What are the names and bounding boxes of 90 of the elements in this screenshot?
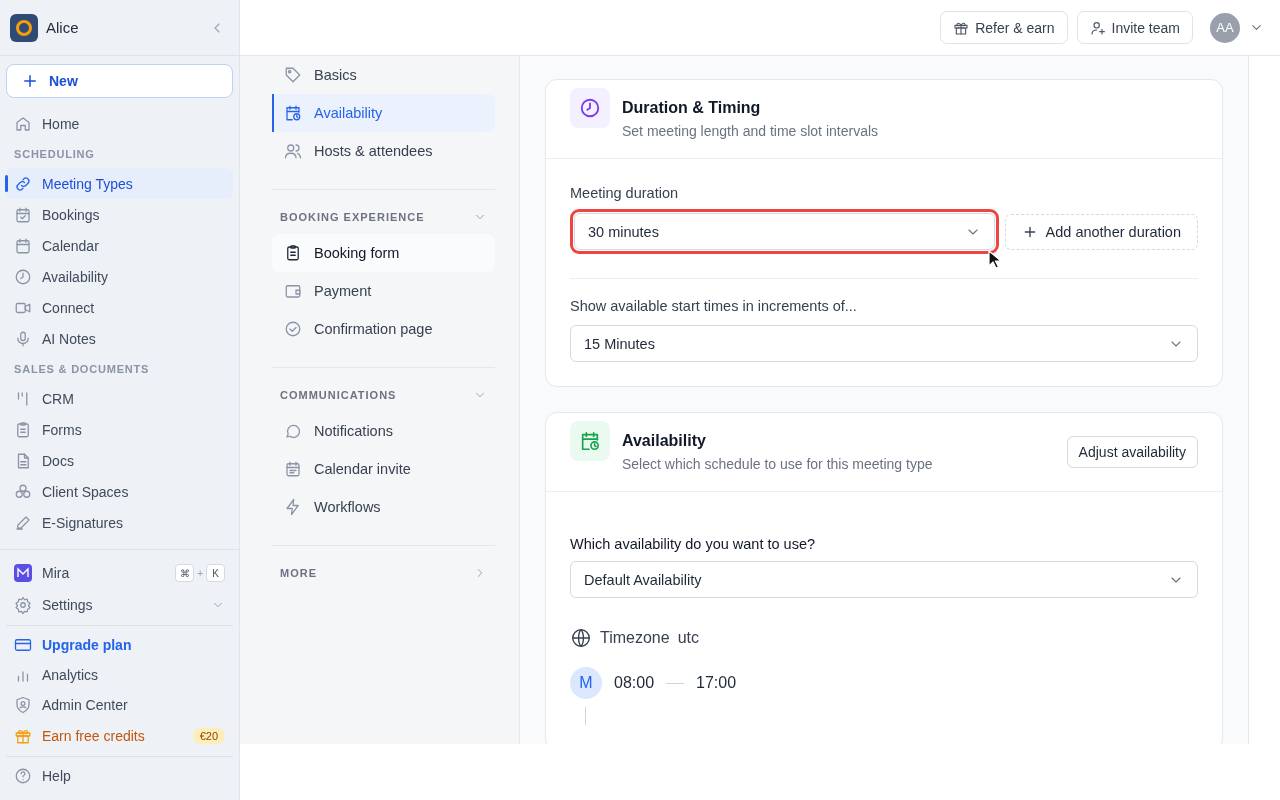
shield-person-icon (14, 696, 32, 714)
gift-icon (14, 727, 32, 745)
user-plus-icon (1089, 19, 1106, 36)
users-icon (284, 142, 302, 160)
nav-item[interactable]: Availability (272, 94, 495, 132)
nav-item[interactable]: Hosts & attendees (272, 132, 495, 170)
sidebar-item[interactable]: Meeting Types (6, 168, 233, 199)
sidebar-item[interactable]: Forms (6, 414, 233, 445)
sidebar-item[interactable]: Docs (6, 445, 233, 476)
selected-value: 30 minutes (588, 223, 659, 240)
sidebar-item[interactable]: Client Spaces (6, 476, 233, 507)
calendar-clock-icon (284, 104, 302, 122)
adjust-availability-button[interactable]: Adjust availability (1066, 436, 1198, 468)
timezone-label: Timezone (600, 629, 670, 647)
toolbar-button[interactable]: Refer & earn (940, 11, 1068, 44)
nav-item[interactable]: Confirmation page (272, 310, 495, 348)
sidebar-item[interactable]: Settings (42, 597, 201, 613)
dropdown-field[interactable]: 15 Minutes (570, 325, 1198, 362)
sidebar-item[interactable]: Connect (6, 292, 233, 323)
sidebar-item[interactable]: CRM (6, 383, 233, 414)
clipboard-icon (284, 244, 302, 262)
plus-icon (21, 72, 39, 90)
sidebar-item[interactable]: Admin Center (6, 690, 233, 720)
sidebar-item[interactable]: Mira (42, 565, 166, 581)
workspace-name: Alice (46, 19, 80, 36)
section-heading[interactable]: MORE (280, 567, 317, 579)
chat-bubble-icon (284, 422, 302, 440)
new-button[interactable]: New (6, 64, 233, 98)
card-subtitle: Select which schedule to use for this meeting type (622, 455, 934, 474)
sidebar-item[interactable]: AI Notes (6, 323, 233, 354)
clock-icon (14, 267, 32, 286)
shortcut-key: K (206, 564, 225, 582)
nav-item[interactable]: Payment (272, 272, 495, 310)
sidebar-item[interactable]: Analytics (6, 660, 233, 690)
day-badge: M (570, 667, 602, 699)
shortcut-key: ⌘ (175, 564, 195, 582)
logo-icon (10, 13, 38, 42)
credit-card-icon (14, 636, 32, 654)
sidebar-item[interactable]: Home (6, 108, 233, 139)
settings-icon (14, 596, 32, 614)
plus-sign: + (197, 567, 203, 579)
credit-badge: €20 (192, 728, 225, 744)
dropdown-field[interactable]: 30 minutes (574, 213, 995, 250)
sidebar-item[interactable]: Help (6, 761, 233, 791)
nav-item[interactable]: Workflows (272, 488, 495, 526)
add-duration-button[interactable]: Add another duration (1004, 213, 1198, 250)
globe-icon (570, 627, 592, 649)
section-heading: SCHEDULING (13, 146, 96, 162)
card-title: Availability (622, 431, 707, 451)
sidebar-item[interactable]: Earn free credits (42, 728, 183, 744)
section-heading: SALES & DOCUMENTS (13, 361, 151, 377)
calendar-check-icon (14, 205, 32, 224)
sidebar-item[interactable]: Upgrade plan (6, 630, 233, 660)
link-icon (14, 174, 32, 193)
nav-item[interactable]: Basics (272, 56, 495, 94)
wallet-icon (284, 282, 302, 300)
section-heading[interactable]: BOOKING EXPERIENCE (280, 211, 425, 223)
sidebar-item[interactable]: E-Signatures (6, 507, 233, 538)
check-badge-icon (284, 320, 302, 338)
calendar-icon (14, 236, 32, 255)
sidebar-item[interactable]: Availability (6, 261, 233, 292)
assistant-logo-icon (14, 564, 32, 582)
end-time: 17:00 (696, 674, 737, 692)
help-icon (14, 767, 32, 785)
dropdown-field[interactable]: Default Availability (570, 561, 1198, 598)
toolbar-button[interactable]: Invite team (1076, 11, 1193, 44)
microphone-icon (14, 329, 32, 348)
cursor-icon (988, 250, 1002, 270)
calendar-icon (284, 460, 302, 478)
field-label: Meeting duration (570, 184, 679, 203)
nav-item[interactable]: Calendar invite (272, 450, 495, 488)
sidebar-item[interactable]: Calendar (6, 230, 233, 261)
selected-value: Default Availability (584, 571, 702, 588)
circles-icon (14, 482, 32, 501)
field-label: Which availability do you want to use? (570, 535, 817, 554)
card-subtitle: Set meeting length and time slot intervals (622, 122, 880, 141)
card-title: Duration & Timing (622, 98, 762, 118)
timezone-value: utc (677, 629, 699, 647)
sidebar-item[interactable]: Bookings (6, 199, 233, 230)
calendar-clock-icon (579, 430, 601, 452)
tag-icon (284, 66, 302, 84)
clock-icon (579, 97, 601, 119)
section-heading[interactable]: COMMUNICATIONS (280, 389, 397, 401)
selected-value: 15 Minutes (584, 335, 655, 352)
clipboard-icon (14, 420, 32, 439)
field-label: Show available start times in increments of... (570, 297, 858, 316)
nav-item[interactable]: Notifications (272, 412, 495, 450)
nav-item[interactable]: Booking form (272, 234, 495, 272)
start-time: 08:00 (614, 674, 655, 692)
lightning-icon (284, 498, 302, 516)
